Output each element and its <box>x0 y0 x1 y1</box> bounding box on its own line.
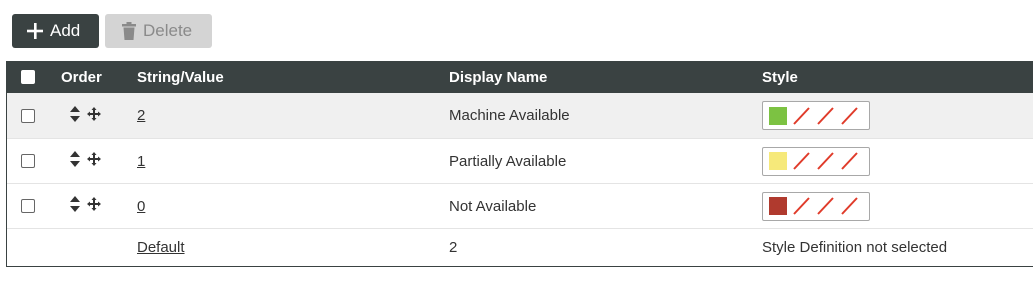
no-style-icon <box>817 197 834 215</box>
style-picker[interactable] <box>762 146 870 176</box>
display-name: Machine Available <box>449 107 570 124</box>
default-value-link[interactable]: Default <box>137 239 185 256</box>
no-style-icon <box>793 106 810 125</box>
row-checkbox[interactable] <box>21 108 35 123</box>
no-style-icon <box>817 152 834 170</box>
color-swatch <box>769 197 787 215</box>
default-display-name: 2 <box>449 239 458 256</box>
value-link[interactable]: 0 <box>137 198 145 215</box>
sort-updown-icon[interactable] <box>69 195 81 217</box>
value-link[interactable]: 1 <box>137 153 145 170</box>
delete-button[interactable]: Delete <box>105 14 212 48</box>
trash-icon <box>121 22 137 40</box>
no-style-icon <box>793 197 810 215</box>
plus-icon <box>26 22 44 40</box>
value-list-table: Order String/Value Display Name Style 2 … <box>6 61 1033 267</box>
sort-updown-icon[interactable] <box>69 105 81 127</box>
sort-updown-icon[interactable] <box>69 150 81 172</box>
style-picker[interactable] <box>762 191 870 221</box>
toolbar: Add Delete <box>12 14 212 48</box>
table-row: 0 Not Available <box>7 183 1033 228</box>
header-display-name[interactable]: Display Name <box>449 61 547 93</box>
row-checkbox[interactable] <box>21 154 35 168</box>
display-name: Not Available <box>449 197 537 215</box>
table-row: 2 Machine Available <box>7 93 1033 138</box>
style-picker[interactable] <box>762 101 870 130</box>
color-swatch <box>769 106 787 125</box>
select-all-checkbox[interactable] <box>21 70 35 84</box>
table-row: 1 Partially Available <box>7 138 1033 183</box>
no-style-icon <box>841 106 858 125</box>
add-button[interactable]: Add <box>12 14 99 48</box>
header-order[interactable]: Order <box>61 61 102 93</box>
display-name: Partially Available <box>449 152 567 170</box>
no-style-icon <box>841 152 858 170</box>
no-style-icon <box>817 106 834 125</box>
table-header: Order String/Value Display Name Style <box>7 61 1033 93</box>
value-link[interactable]: 2 <box>137 107 145 124</box>
move-icon[interactable] <box>87 152 101 170</box>
move-icon[interactable] <box>87 106 101 125</box>
header-string-value[interactable]: String/Value <box>137 61 224 93</box>
move-icon[interactable] <box>87 197 101 215</box>
default-style-text: Style Definition not selected <box>762 239 948 256</box>
delete-label: Delete <box>143 21 193 40</box>
default-row: Default 2 Style Definition not selected <box>7 228 1033 266</box>
no-style-icon <box>793 152 810 170</box>
row-checkbox[interactable] <box>21 199 35 213</box>
header-style[interactable]: Style <box>762 61 798 93</box>
no-style-icon <box>841 197 858 215</box>
color-swatch <box>769 152 787 170</box>
add-label: Add <box>50 21 81 40</box>
